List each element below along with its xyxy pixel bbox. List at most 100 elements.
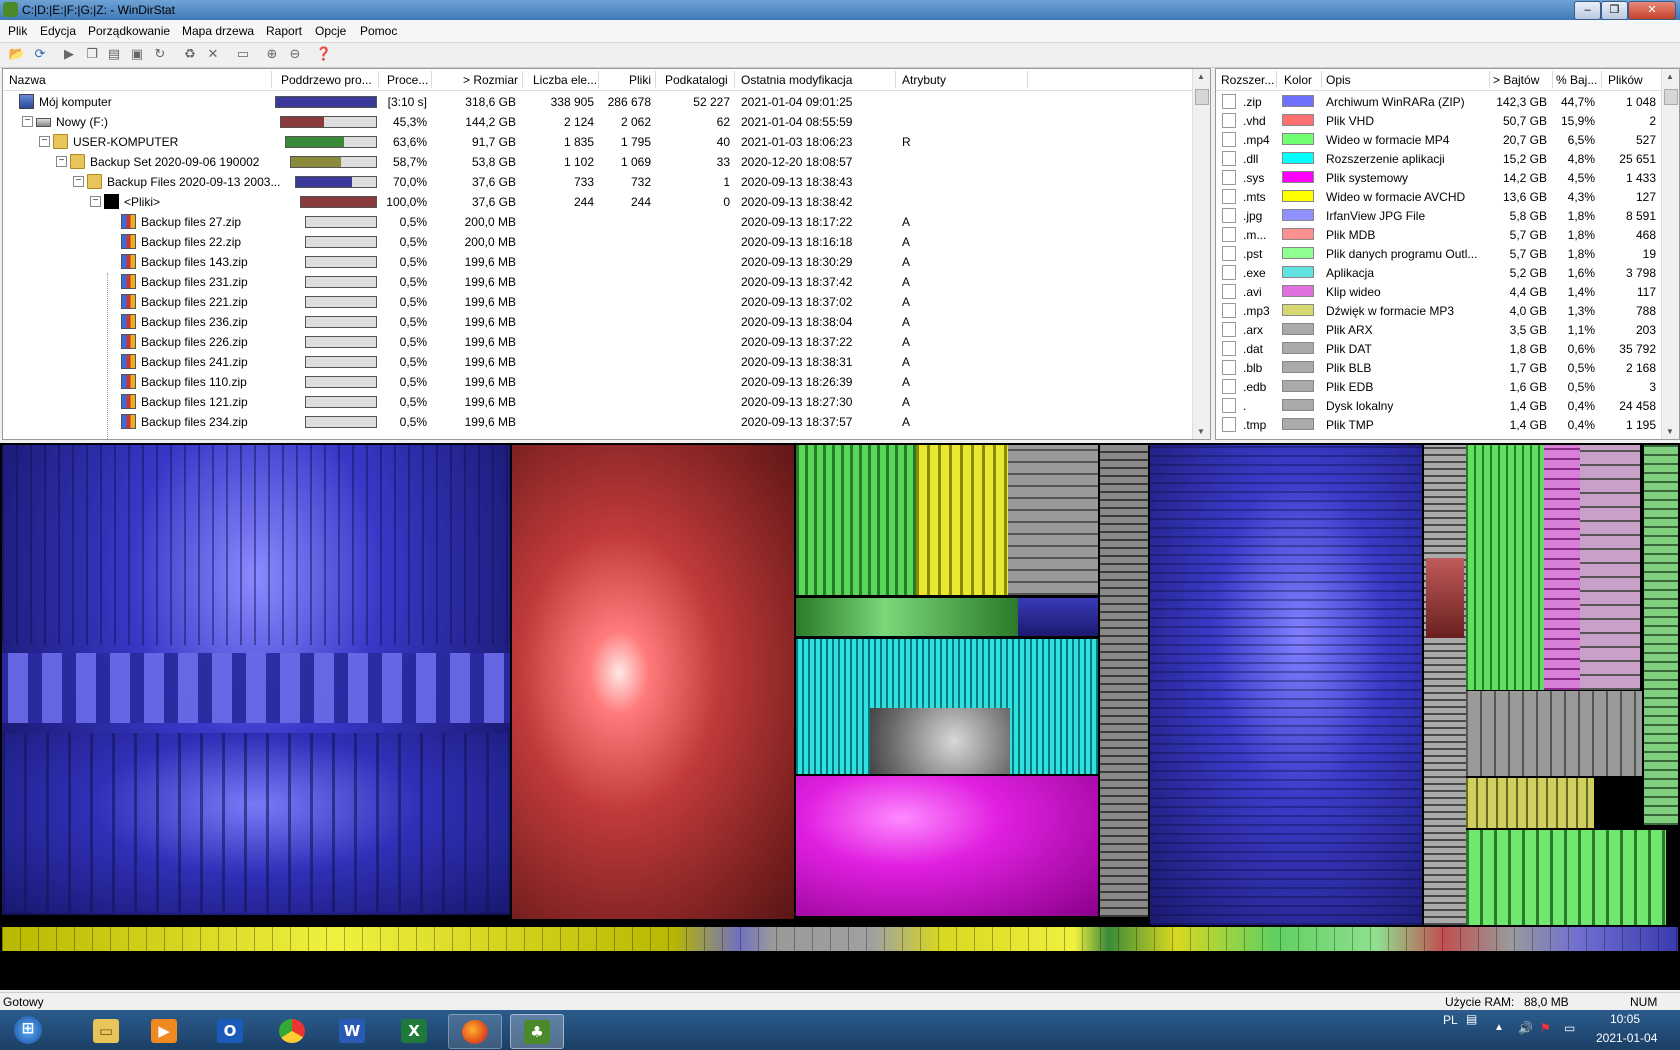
- col-items[interactable]: Liczba ele...: [533, 73, 597, 87]
- tree-row[interactable]: Backup files 231.zip 0,5% 199,6 MB 2020-09-…: [3, 272, 1210, 291]
- treemap-vhd-region[interactable]: [512, 445, 794, 919]
- ext-row[interactable]: .edb Plik EDB 1,6 GB 0,5% 3: [1216, 377, 1679, 396]
- clock-time[interactable]: 10:05: [1610, 1012, 1640, 1026]
- cmd-icon[interactable]: ▣: [128, 45, 146, 63]
- menu-plik[interactable]: Plik: [8, 24, 27, 38]
- zoom-in-icon[interactable]: ⊕: [263, 45, 281, 63]
- tree-row[interactable]: − USER-KOMPUTER 63,6% 91,7 GB 1 835 1 795 40 20…: [3, 132, 1210, 151]
- ext-scrollbar[interactable]: ▲ ▼: [1661, 69, 1679, 439]
- open-icon[interactable]: 📂: [8, 45, 26, 63]
- treemap-right-green-low[interactable]: [1466, 830, 1666, 925]
- treemap-right-green[interactable]: [1466, 445, 1544, 690]
- col-bytes[interactable]: > Bajtów: [1493, 73, 1539, 87]
- col-bytes-percent[interactable]: % Baj...: [1556, 73, 1597, 87]
- ext-row[interactable]: .pst Plik danych programu Outl... 5,7 GB 1,…: [1216, 244, 1679, 263]
- menu-porzadkowanie[interactable]: Porządkowanie: [88, 24, 170, 38]
- expander-icon[interactable]: −: [56, 156, 67, 167]
- undo-icon[interactable]: ↻: [151, 45, 169, 63]
- treemap[interactable]: [0, 443, 1680, 990]
- menu-mapa-drzewa[interactable]: Mapa drzewa: [182, 24, 254, 38]
- excel-taskbar-button[interactable]: X: [388, 1014, 440, 1047]
- tree-row[interactable]: Backup files 22.zip 0,5% 200,0 MB 2020-09-1…: [3, 232, 1210, 251]
- col-percent[interactable]: Proce...: [387, 73, 428, 87]
- tree-row[interactable]: − Nowy (F:) 45,3% 144,2 GB 2 124 2 062 62 2021-…: [3, 112, 1210, 131]
- col-files[interactable]: Pliki: [629, 73, 651, 87]
- treemap-right-edge[interactable]: [1644, 445, 1678, 825]
- col-subdirs[interactable]: Podkatalogi: [665, 73, 728, 87]
- recycle-icon[interactable]: ♻: [181, 45, 199, 63]
- ext-row[interactable]: .mp4 Wideo w formacie MP4 20,7 GB 6,5% 527: [1216, 130, 1679, 149]
- expander-icon[interactable]: −: [39, 136, 50, 147]
- treemap-right-red[interactable]: [1426, 558, 1464, 638]
- menu-raport[interactable]: Raport: [266, 24, 302, 38]
- language-indicator[interactable]: PL: [1443, 1013, 1458, 1027]
- treemap-gray-mid[interactable]: [870, 708, 1010, 774]
- ext-row[interactable]: .zip Archiwum WinRARa (ZIP) 142,3 GB 44,7% 1…: [1216, 92, 1679, 111]
- treemap-narrow-col[interactable]: [1100, 445, 1148, 917]
- tree-row[interactable]: − Backup Set 2020-09-06 190002 58,7% 53,8 G…: [3, 152, 1210, 171]
- ext-row[interactable]: .dll Rozszerzenie aplikacji 15,2 GB 4,8% 25 …: [1216, 149, 1679, 168]
- word-taskbar-button[interactable]: W: [326, 1014, 378, 1047]
- chrome-taskbar-button[interactable]: [266, 1014, 318, 1047]
- col-size[interactable]: > Rozmiar: [463, 73, 518, 87]
- col-description[interactable]: Opis: [1326, 73, 1351, 87]
- action-center-icon[interactable]: ⚑: [1540, 1021, 1551, 1035]
- col-file-count[interactable]: Plików: [1608, 73, 1643, 87]
- explorer-taskbar-button[interactable]: ▭: [80, 1014, 132, 1047]
- tree-row[interactable]: Backup files 234.zip 0,5% 199,6 MB 2020-09-…: [3, 412, 1210, 431]
- tree-row[interactable]: Backup files 27.zip 0,5% 200,0 MB 2020-09-1…: [3, 212, 1210, 231]
- treemap-mts-region[interactable]: [916, 445, 1008, 595]
- tree-row[interactable]: Backup files 110.zip 0,5% 199,6 MB 2020-09-…: [3, 372, 1210, 391]
- start-button[interactable]: ⊞: [2, 1014, 54, 1047]
- media-player-taskbar-button[interactable]: ▶: [138, 1014, 190, 1047]
- ext-row[interactable]: .tmp Plik TMP 1,4 GB 0,4% 1 195: [1216, 415, 1679, 434]
- delete-icon[interactable]: ✕: [204, 45, 222, 63]
- ext-row[interactable]: .exe Aplikacja 5,2 GB 1,6% 3 798: [1216, 263, 1679, 282]
- treemap-zip-band[interactable]: [2, 653, 510, 723]
- menu-pomoc[interactable]: Pomoc: [360, 24, 397, 38]
- treemap-green-strip[interactable]: [796, 598, 1018, 636]
- treemap-right-magenta[interactable]: [1544, 445, 1580, 690]
- menu-edycja[interactable]: Edycja: [40, 24, 76, 38]
- ext-row[interactable]: .vhd Plik VHD 50,7 GB 15,9% 2: [1216, 111, 1679, 130]
- minimize-button[interactable]: –: [1574, 1, 1601, 20]
- tree-row[interactable]: − Backup Files 2020-09-13 2003... 70,0% 37,…: [3, 172, 1210, 191]
- col-color[interactable]: Kolor: [1284, 73, 1312, 87]
- treemap-sys-region[interactable]: [796, 776, 1098, 916]
- col-subtree[interactable]: Poddrzewo pro...: [281, 73, 372, 87]
- network-icon[interactable]: ▤: [1466, 1012, 1477, 1026]
- folder-icon[interactable]: ▭: [234, 45, 252, 63]
- tree-row[interactable]: Backup files 121.zip 0,5% 199,6 MB 2020-09-…: [3, 392, 1210, 411]
- tree-scrollbar[interactable]: ▲ ▼: [1192, 69, 1210, 439]
- maximize-button[interactable]: ❐: [1601, 1, 1628, 20]
- volume-icon[interactable]: 🔊: [1518, 1021, 1533, 1035]
- copy-icon[interactable]: ❐: [83, 45, 101, 63]
- treemap-right-gray[interactable]: [1424, 445, 1466, 925]
- ext-row[interactable]: .mp3 Dźwięk w formacie MP3 4,0 GB 1,3% 788: [1216, 301, 1679, 320]
- play-icon[interactable]: ▶: [60, 45, 78, 63]
- tree-row[interactable]: Backup files 221.zip 0,5% 199,6 MB 2020-09-…: [3, 292, 1210, 311]
- ext-row[interactable]: .blb Plik BLB 1,7 GB 0,5% 2 168: [1216, 358, 1679, 377]
- treemap-gray-block[interactable]: [1008, 445, 1098, 595]
- ext-row[interactable]: .sys Plik systemowy 14,2 GB 4,5% 1 433: [1216, 168, 1679, 187]
- expander-icon[interactable]: −: [22, 116, 33, 127]
- windirstat-taskbar-button[interactable]: ♣: [510, 1014, 564, 1049]
- ext-row[interactable]: . Dysk lokalny 1,4 GB 0,4% 24 458: [1216, 396, 1679, 415]
- firefox-taskbar-button[interactable]: [448, 1014, 502, 1049]
- refresh-icon[interactable]: ⟳: [31, 45, 49, 63]
- expander-icon[interactable]: −: [90, 196, 101, 207]
- ext-row[interactable]: .jpg IrfanView JPG File 5,8 GB 1,8% 8 591: [1216, 206, 1679, 225]
- tray-expand-icon[interactable]: ▲: [1494, 1022, 1504, 1033]
- col-attributes[interactable]: Atrybuty: [902, 73, 946, 87]
- ext-row[interactable]: .avi Klip wideo 4,4 GB 1,4% 117: [1216, 282, 1679, 301]
- ext-row[interactable]: .dat Plik DAT 1,8 GB 0,6% 35 792: [1216, 339, 1679, 358]
- ext-row[interactable]: .m... Plik MDB 5,7 GB 1,8% 468: [1216, 225, 1679, 244]
- tree-row[interactable]: Backup files 143.zip 0,5% 199,6 MB 2020-09-…: [3, 252, 1210, 271]
- expander-icon[interactable]: −: [73, 176, 84, 187]
- directory-tree[interactable]: Nazwa Poddrzewo pro... Proce... > Rozmia…: [2, 68, 1211, 440]
- scroll-thumb[interactable]: [1195, 89, 1209, 105]
- treemap-blue-small[interactable]: [1018, 598, 1098, 636]
- col-extension[interactable]: Rozszer...: [1221, 73, 1274, 87]
- ext-row[interactable]: .mts Wideo w formacie AVCHD 13,6 GB 4,3% 127: [1216, 187, 1679, 206]
- ext-row[interactable]: .arx Plik ARX 3,5 GB 1,1% 203: [1216, 320, 1679, 339]
